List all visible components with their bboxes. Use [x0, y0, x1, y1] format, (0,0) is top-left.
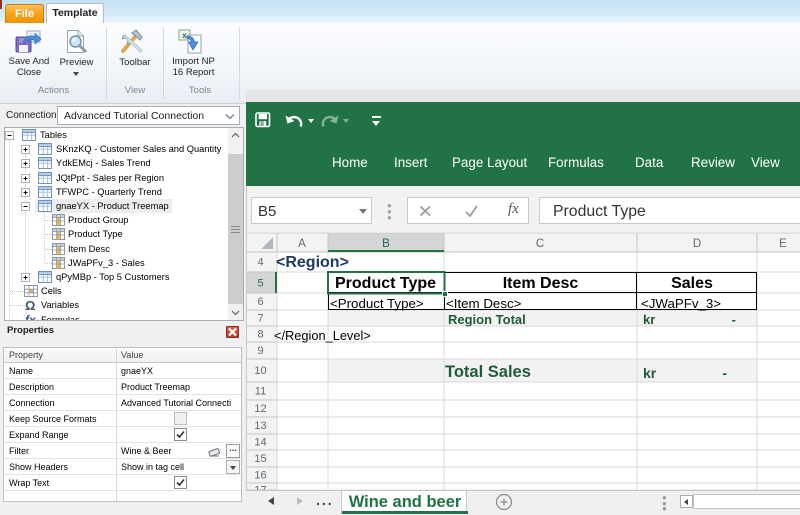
svg-text:15: 15 [254, 453, 266, 465]
svg-text:7: 7 [257, 313, 263, 325]
svg-text:11: 11 [255, 386, 266, 398]
svg-text:10: 10 [254, 365, 266, 377]
svg-text:C: C [536, 238, 544, 250]
svg-text:5: 5 [257, 278, 263, 290]
svg-text:D: D [693, 238, 701, 250]
svg-text:4: 4 [257, 257, 263, 269]
svg-text:6: 6 [257, 296, 263, 308]
svg-text:B: B [382, 238, 390, 250]
svg-text:14: 14 [254, 437, 266, 449]
svg-text:9: 9 [257, 345, 263, 357]
svg-text:E: E [779, 238, 787, 250]
svg-text:A: A [298, 238, 306, 250]
svg-text:x: x [182, 31, 187, 40]
svg-text:8: 8 [257, 329, 263, 341]
svg-text:13: 13 [254, 420, 266, 432]
svg-text:12: 12 [254, 403, 266, 415]
svg-text:16: 16 [254, 470, 266, 482]
